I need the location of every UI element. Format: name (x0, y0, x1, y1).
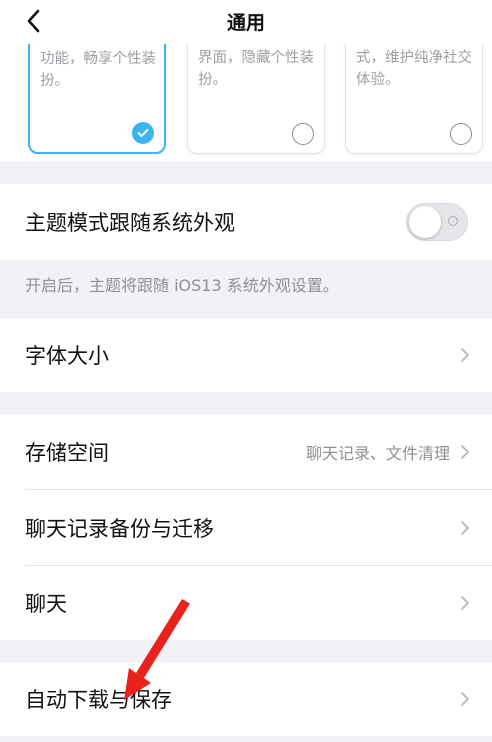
theme-card-1[interactable]: 功能，畅享个性装扮。 (28, 44, 166, 154)
page-title: 通用 (226, 12, 265, 34)
theme-card-2[interactable]: 界面，隐藏个性装扮。 (187, 44, 325, 154)
chevron-right-icon (461, 692, 469, 706)
radio-checked-icon (132, 122, 154, 144)
toggle-knob (409, 206, 441, 238)
theme-follow-row: 主题模式跟随系统外观 (0, 184, 492, 260)
auto-download-row[interactable]: 自动下载与保存 (0, 662, 492, 736)
chat-backup-label: 聊天记录备份与迁移 (25, 517, 214, 541)
chevron-right-icon (461, 445, 469, 459)
storage-row[interactable]: 存储空间 聊天记录、文件清理 (0, 414, 492, 490)
chat-row[interactable]: 聊天 (0, 566, 492, 640)
radio-unchecked-icon (450, 123, 472, 145)
font-size-row[interactable]: 字体大小 (0, 318, 492, 392)
theme-card-desc: 功能，畅享个性装扮。 (40, 51, 156, 89)
chevron-right-icon (461, 596, 469, 610)
theme-follow-toggle[interactable] (406, 203, 468, 241)
radio-unchecked-icon (292, 123, 314, 145)
theme-follow-hint: 开启后，主题将跟随 iOS13 系统外观设置。 (25, 276, 339, 295)
storage-value: 聊天记录、文件清理 (305, 444, 450, 463)
chat-backup-row[interactable]: 聊天记录备份与迁移 (0, 490, 492, 566)
chevron-right-icon (461, 521, 469, 535)
auto-download-label: 自动下载与保存 (25, 688, 172, 712)
font-size-label: 字体大小 (25, 344, 109, 368)
chat-label: 聊天 (25, 592, 67, 616)
theme-card-desc: 式，维护纯净社交体验。 (356, 50, 472, 88)
storage-label: 存储空间 (25, 441, 109, 465)
toggle-off-icon (448, 216, 458, 226)
theme-card-desc: 界面，隐藏个性装扮。 (198, 50, 314, 88)
theme-follow-label: 主题模式跟随系统外观 (25, 211, 235, 235)
chevron-right-icon (461, 348, 469, 362)
nav-bar: 通用 (0, 0, 492, 44)
theme-card-3[interactable]: 式，维护纯净社交体验。 (345, 44, 483, 154)
theme-cards: 功能，畅享个性装扮。 界面，隐藏个性装扮。 式，维护纯净社交体验。 (0, 44, 492, 162)
